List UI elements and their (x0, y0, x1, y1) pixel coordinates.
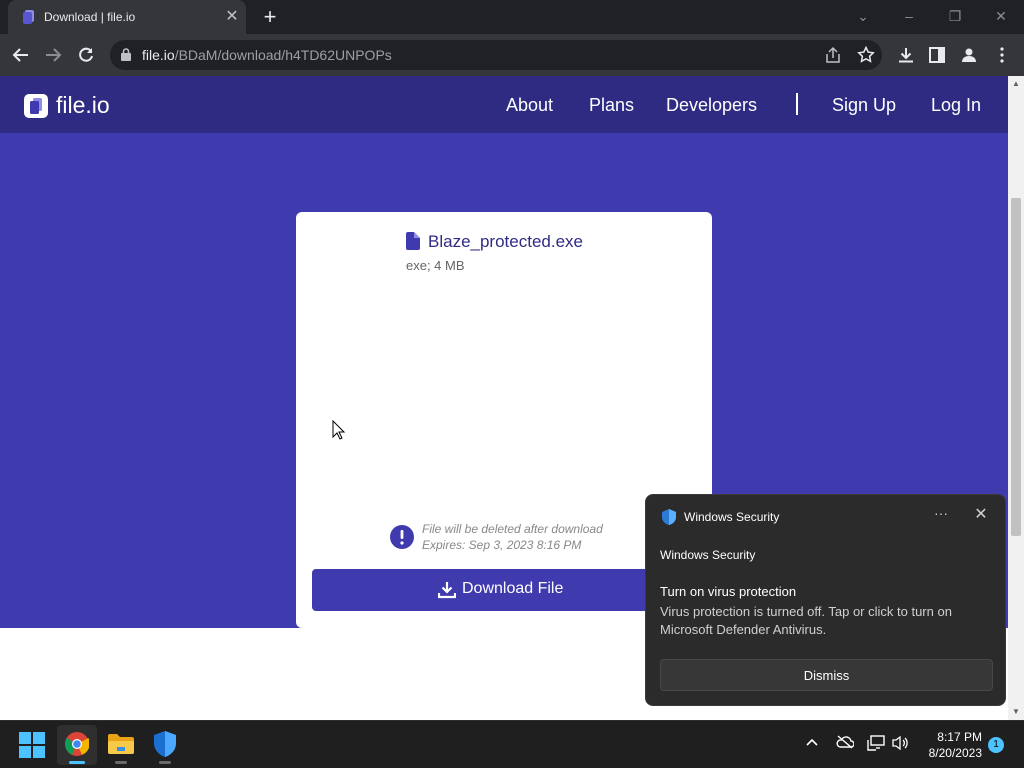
side-panel-icon (929, 47, 945, 63)
exclamation-icon (390, 525, 414, 549)
onedrive-offline-icon[interactable] (836, 735, 855, 753)
nav-login-link[interactable]: Log In (931, 95, 981, 116)
volume-icon[interactable] (891, 735, 909, 753)
reload-button[interactable] (73, 42, 99, 68)
toast-subtitle: Windows Security (660, 548, 756, 562)
download-icon (899, 48, 913, 63)
active-indicator (69, 761, 85, 764)
file-io-favicon-icon (23, 10, 34, 24)
toast-heading: Turn on virus protection (660, 584, 797, 599)
address-bar[interactable]: file.io/BDaM/download/h4TD62UNPOPs (110, 40, 882, 70)
delete-note: File will be deleted after download (422, 522, 603, 536)
share-icon[interactable] (824, 46, 842, 64)
kebab-menu-icon (1000, 47, 1004, 63)
dismiss-label: Dismiss (803, 668, 850, 683)
back-arrow-icon (12, 48, 28, 62)
toast-close-icon[interactable]: ✕ (972, 506, 990, 524)
scroll-down-icon[interactable]: ▼ (1012, 708, 1020, 716)
reload-icon (79, 47, 93, 62)
site-header: file.io About Plans Developers Sign Up L… (0, 76, 1008, 133)
file-io-logo-icon (24, 94, 48, 118)
star-icon[interactable] (857, 46, 875, 64)
nav-about-link[interactable]: About (506, 95, 553, 116)
downloads-button[interactable] (893, 42, 919, 68)
download-icon (438, 582, 456, 599)
browser-tab[interactable]: Download | file.io ✕ (8, 0, 246, 34)
profile-icon (962, 48, 976, 62)
forward-button[interactable] (40, 42, 66, 68)
taskbar-windows-security[interactable] (145, 725, 185, 765)
lock-icon (121, 48, 131, 61)
taskbar: 8:17 PM 8/20/2023 1 (0, 720, 1024, 768)
nav-plans-link[interactable]: Plans (589, 95, 634, 116)
expiry-note: File will be deleted after download Expi… (422, 521, 603, 553)
tab-title: Download | file.io (44, 10, 136, 24)
nav-divider (796, 93, 798, 115)
windows-security-notification[interactable]: Windows Security ··· ✕ Windows Security … (645, 494, 1006, 706)
dismiss-button[interactable]: Dismiss (660, 659, 993, 691)
window-close-button[interactable]: ✕ (990, 6, 1012, 26)
browser-toolbar: file.io/BDaM/download/h4TD62UNPOPs (0, 34, 1024, 76)
toast-more-button[interactable]: ··· (932, 505, 950, 525)
start-button[interactable] (12, 725, 52, 765)
chrome-icon (65, 732, 89, 756)
clock-date: 8/20/2023 (928, 746, 982, 760)
url-path: /BDaM/download/h4TD62UNPOPs (174, 47, 392, 63)
restore-button[interactable]: ❐ (944, 6, 966, 26)
file-name: Blaze_protected.exe (428, 232, 583, 251)
nav-signup-link[interactable]: Sign Up (832, 95, 896, 116)
new-tab-button[interactable]: + (258, 6, 282, 28)
side-panel-button[interactable] (924, 42, 950, 68)
download-file-button[interactable]: Download File (312, 569, 696, 611)
tab-search-icon[interactable]: ⌄ (852, 6, 874, 26)
tab-strip: Download | file.io ✕ + ⌄ – ❐ ✕ (0, 0, 1024, 34)
windows-security-shield-icon (154, 731, 176, 757)
expires-note: Expires: Sep 3, 2023 8:16 PM (422, 538, 582, 552)
back-button[interactable] (8, 42, 34, 68)
download-file-label: Download File (462, 580, 564, 597)
running-indicator (159, 761, 171, 764)
file-info: exe; 4 MB (406, 258, 465, 273)
windows-start-icon (19, 732, 45, 758)
page-scrollbar[interactable]: ▲ ▼ (1008, 76, 1024, 720)
tab-close-icon[interactable]: ✕ (224, 9, 240, 25)
clock-time: 8:17 PM (937, 730, 982, 744)
scroll-up-icon[interactable]: ▲ (1012, 80, 1020, 88)
scrollbar-thumb[interactable] (1011, 198, 1021, 536)
show-hidden-icons-chevron-icon[interactable] (803, 735, 821, 753)
taskbar-chrome[interactable] (57, 725, 97, 765)
profile-button[interactable] (956, 42, 982, 68)
toast-body: Virus protection is turned off. Tap or c… (660, 604, 952, 637)
minimize-button[interactable]: – (898, 6, 920, 26)
url-host: file.io (142, 47, 175, 63)
logo-text: file.io (56, 92, 110, 118)
notification-count-badge[interactable]: 1 (988, 737, 1004, 753)
browser-menu-button[interactable] (989, 42, 1015, 68)
file-icon (406, 232, 420, 250)
mouse-cursor-icon (332, 420, 346, 440)
toast-app-name: Windows Security (684, 510, 780, 524)
running-indicator (115, 761, 127, 764)
taskbar-file-explorer[interactable] (101, 725, 141, 765)
windows-security-shield-icon (662, 509, 676, 525)
folder-icon (108, 734, 134, 754)
url-text: file.io/BDaM/download/h4TD62UNPOPs (142, 47, 392, 63)
forward-arrow-icon (46, 48, 62, 62)
system-clock[interactable]: 8:17 PM 8/20/2023 (918, 729, 982, 761)
nav-developers-link[interactable]: Developers (666, 95, 757, 116)
network-icon[interactable] (867, 735, 885, 753)
